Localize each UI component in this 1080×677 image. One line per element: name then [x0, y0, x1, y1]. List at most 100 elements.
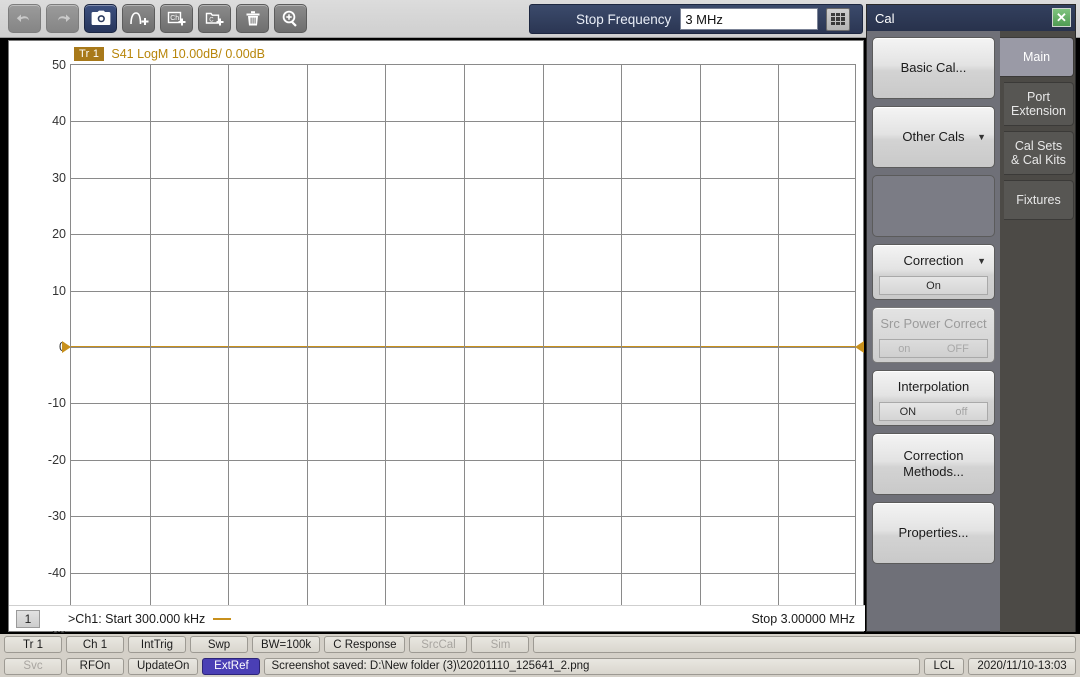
start-frequency-readout[interactable]: >Ch1: Start 300.000 kHz [68, 611, 232, 626]
screenshot-button[interactable] [84, 4, 117, 33]
stop-frequency-entry[interactable]: Stop Frequency [529, 4, 863, 34]
tab-fixtures[interactable]: Fixtures [1004, 180, 1074, 220]
status-sim[interactable]: Sim [471, 636, 530, 653]
keypad-icon[interactable] [826, 7, 851, 31]
correction-button[interactable]: Correction ▼ On [872, 244, 995, 300]
status-trace[interactable]: Tr 1 [4, 636, 62, 653]
status-rf-on[interactable]: RFOn [66, 657, 124, 675]
grid-vline [385, 65, 386, 627]
y-axis-tick-label: -40 [47, 566, 66, 580]
interpolation-button-toggle[interactable]: ON off [879, 402, 988, 421]
status-update-on[interactable]: UpdateOn [128, 657, 199, 675]
grid-hline [71, 347, 855, 348]
status-channel[interactable]: Ch 1 [66, 636, 124, 653]
grid-hline [71, 403, 855, 404]
interpolation-button[interactable]: Interpolation ON off [872, 370, 995, 426]
svg-text:Ch: Ch [170, 15, 179, 22]
interpolation-button-label: Interpolation [897, 378, 970, 394]
other-cals-button-label: Other Cals [902, 129, 965, 145]
camera-icon [91, 10, 110, 25]
status-bandwidth[interactable]: BW=100k [252, 636, 321, 653]
trash-icon [246, 10, 259, 25]
stop-frequency-label: Stop Frequency [576, 11, 672, 27]
cal-tab-column: Main Port Extension Cal Sets & Cal Kits Fixtu… [1000, 31, 1075, 632]
y-axis-tick-label: 30 [52, 171, 66, 185]
undo-icon [16, 14, 29, 22]
delete-button[interactable] [236, 4, 269, 33]
y-axis-labels: 50403020100-10-20-30-40-50 [9, 58, 66, 636]
add-channel-button[interactable]: Ch [160, 4, 193, 33]
src-power-correct-button-toggle[interactable]: on OFF [879, 339, 988, 358]
zoom-button[interactable] [274, 4, 307, 33]
y-axis-tick-label: -10 [47, 396, 66, 410]
status-sweep[interactable]: Swp [190, 636, 248, 653]
status-datetime: 2020/11/10-13:03 [968, 657, 1076, 675]
status-svc[interactable]: Svc [4, 657, 62, 675]
y-axis-tick-label: 20 [52, 227, 66, 241]
add-trace-icon [129, 11, 148, 25]
svg-text:C: C [209, 17, 214, 23]
tab-main[interactable]: Main [1000, 37, 1074, 77]
blank-button [872, 175, 995, 237]
correction-button-state-label: On [926, 279, 941, 292]
status-correction[interactable]: C Response [324, 636, 406, 653]
basic-cal-button-label: Basic Cal... [900, 60, 967, 76]
stop-frequency-readout[interactable]: Stop 3.00000 MHz [751, 612, 855, 626]
y-axis-tick-label: 50 [52, 58, 66, 72]
correction-button-state[interactable]: On [879, 276, 988, 295]
src-power-correct-button-on-option[interactable]: on [898, 343, 910, 355]
y-axis-tick-label: -30 [47, 509, 66, 523]
grid-vline [778, 65, 779, 627]
add-window-icon: C [205, 12, 223, 25]
status-ext-ref[interactable]: ExtRef [202, 657, 261, 675]
grid-hline [71, 291, 855, 292]
stop-frequency-input[interactable] [680, 8, 819, 30]
start-frequency-text: >Ch1: Start 300.000 kHz [68, 611, 206, 626]
grid-vline [621, 65, 622, 627]
add-window-button[interactable]: C [198, 4, 231, 33]
cal-panel-body: Basic Cal... Other Cals ▼ Correction ▼ On Src … [867, 31, 1075, 632]
y-axis-tick-label: -20 [47, 453, 66, 467]
correction-methods-button-label: Correction Methods... [903, 448, 964, 479]
vna-application-window: Ch C Stop Frequency 3 MHz Tr 1 S41 LogM … [0, 0, 1080, 677]
properties-button[interactable]: Properties... [872, 502, 995, 564]
tab-cal-sets-kits[interactable]: Cal Sets & Cal Kits [1004, 131, 1074, 175]
grid-vline [228, 65, 229, 627]
grid-vline [150, 65, 151, 627]
status-lcl[interactable]: LCL [924, 657, 964, 675]
grid-hline [71, 234, 855, 235]
undo-button[interactable] [8, 4, 41, 33]
tab-port-extension-label: Port Extension [1011, 89, 1066, 118]
cal-panel-title: Cal [875, 10, 895, 26]
other-cals-button[interactable]: Other Cals ▼ [872, 106, 995, 168]
correction-button-label: Correction [903, 252, 964, 268]
src-power-correct-button[interactable]: Src Power Correct on OFF [872, 307, 995, 363]
status-bar-secondary: Svc RFOn UpdateOn ExtRef Screenshot saved: D… [0, 655, 1080, 677]
chevron-down-icon: ▼ [977, 132, 986, 142]
trace-label[interactable]: Tr 1 S41 LogM 10.00dB/ 0.00dB [74, 47, 265, 61]
add-channel-icon: Ch [167, 11, 185, 25]
channel-number-badge[interactable]: 1 [16, 609, 40, 628]
cal-softkey-column: Basic Cal... Other Cals ▼ Correction ▼ On Src … [867, 31, 1000, 632]
tab-port-extension[interactable]: Port Extension [1004, 82, 1074, 126]
interpolation-button-on-option[interactable]: ON [900, 406, 917, 418]
plot-grid[interactable] [62, 64, 864, 628]
y-axis-tick-label: 10 [52, 284, 66, 298]
status-trigger[interactable]: IntTrig [128, 636, 186, 653]
correction-methods-button[interactable]: Correction Methods... [872, 433, 995, 495]
src-power-correct-button-off-option[interactable]: OFF [947, 343, 969, 355]
close-icon[interactable]: ✕ [1052, 8, 1071, 27]
basic-cal-button[interactable]: Basic Cal... [872, 37, 995, 99]
graph-footer: 1 >Ch1: Start 300.000 kHz Stop 3.00000 M… [9, 605, 865, 631]
status-srccal[interactable]: SrcCal [409, 636, 468, 653]
add-trace-button[interactable] [122, 4, 155, 33]
trace-display-area[interactable]: Tr 1 S41 LogM 10.00dB/ 0.00dB 50 40 30 20 10… [8, 40, 865, 636]
interpolation-button-off-option[interactable]: off [955, 406, 967, 418]
status-bar-primary: Tr 1 Ch 1 IntTrig Swp BW=100k C Response SrcCa… [0, 634, 1080, 655]
properties-button-label: Properties... [898, 525, 969, 541]
grid-vline [543, 65, 544, 627]
redo-icon [58, 14, 71, 22]
magnifier-plus-icon [282, 10, 297, 27]
redo-button[interactable] [46, 4, 79, 33]
grid-vline [700, 65, 701, 627]
